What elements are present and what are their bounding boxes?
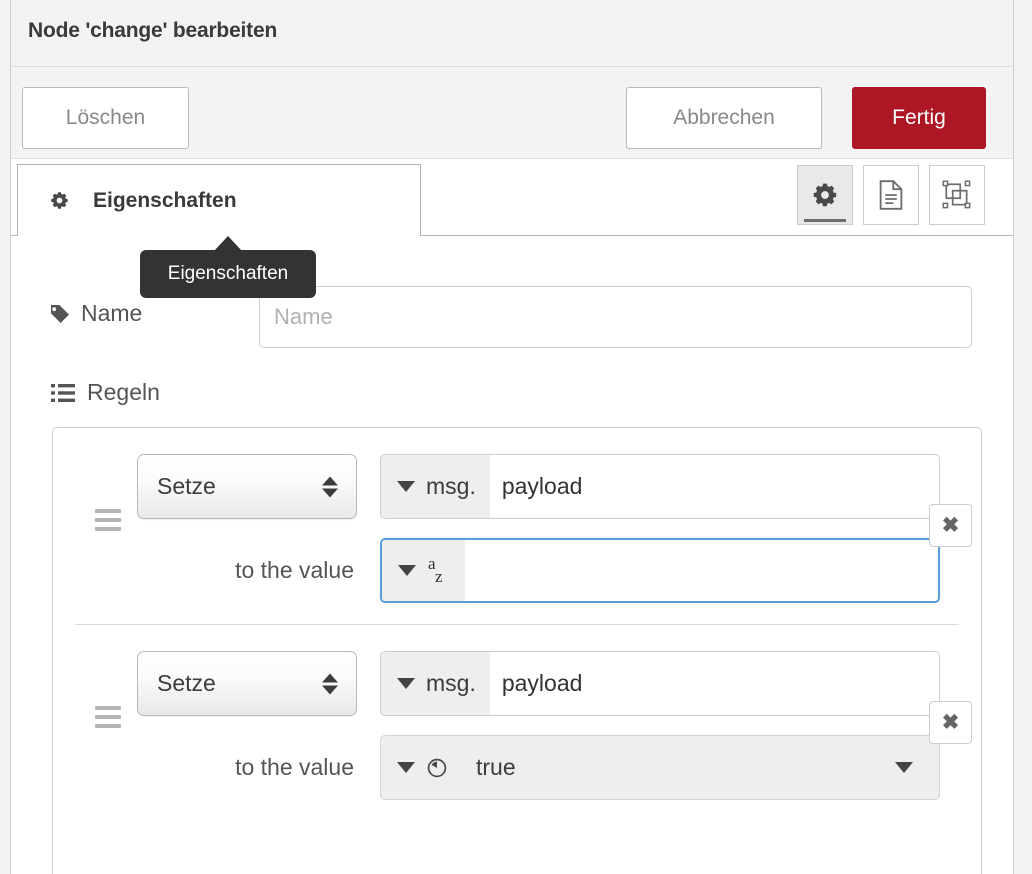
chevron-down-icon: [397, 678, 415, 689]
rule-target-type-select[interactable]: msg.: [381, 652, 490, 715]
rules-list: Setze msg. to the value: [52, 427, 982, 874]
rule-value-type-select[interactable]: [381, 736, 462, 799]
rule-value-field[interactable]: true: [380, 735, 940, 800]
appearance-icon: [942, 180, 972, 210]
name-label-text: Name: [81, 300, 143, 326]
to-the-value-label: to the value: [137, 538, 367, 603]
dialog-toolbar: Löschen Abbrechen Fertig: [11, 67, 1013, 159]
properties-form: Name Regeln: [11, 237, 1013, 874]
tab-properties-label: Eigenschaften: [93, 188, 237, 212]
table-row: Setze msg. to the value: [75, 428, 972, 625]
drag-handle[interactable]: [95, 706, 121, 733]
chevron-down-icon: [397, 762, 415, 773]
drag-handle[interactable]: [95, 509, 121, 536]
rule-action-select[interactable]: Setze: [137, 454, 357, 519]
rule-target-type-label: msg.: [426, 473, 476, 499]
list-icon: [51, 383, 75, 403]
rule-value-input[interactable]: [465, 540, 938, 601]
stepper-arrows-icon: [303, 673, 338, 694]
rule-action-select[interactable]: Setze: [137, 651, 357, 716]
remove-rule-button[interactable]: ✖: [929, 701, 972, 744]
table-row: Setze msg. to the value: [75, 625, 972, 822]
tag-icon: [49, 303, 71, 325]
panel-button-group: [797, 165, 985, 225]
properties-panel-button[interactable]: [797, 165, 853, 225]
to-the-value-text: to the value: [235, 754, 354, 780]
remove-rule-button[interactable]: ✖: [929, 504, 972, 547]
rule-action-value: Setze: [157, 473, 216, 499]
rules-label: Regeln: [51, 379, 160, 406]
to-the-value-text: to the value: [235, 557, 354, 583]
cancel-button[interactable]: Abbrechen: [626, 87, 822, 149]
stepper-arrows-icon: [303, 476, 338, 497]
file-lines-icon: [878, 180, 904, 210]
dialog-left-edge: [0, 0, 11, 874]
boolean-icon: [426, 757, 448, 779]
rule-value-display: true: [476, 754, 516, 780]
appearance-panel-button[interactable]: [929, 165, 985, 225]
dialog-right-edge: [1013, 0, 1032, 874]
rule-target-field[interactable]: msg.: [380, 651, 940, 716]
delete-button[interactable]: Löschen: [22, 87, 189, 149]
rule-target-input[interactable]: [489, 652, 939, 715]
page-title: Node 'change' bearbeiten: [28, 19, 278, 42]
to-the-value-label: to the value: [137, 735, 367, 800]
tab-strip: Eigenschaften: [11, 159, 1013, 237]
az-string-icon: az: [428, 553, 443, 586]
tooltip-text: Eigenschaften: [167, 263, 289, 284]
chevron-down-icon: [397, 481, 415, 492]
gear-icon: [50, 191, 69, 210]
chevron-down-icon: [398, 565, 416, 576]
description-panel-button[interactable]: [863, 165, 919, 225]
done-button[interactable]: Fertig: [852, 87, 986, 149]
rule-value-dropdown-toggle[interactable]: [895, 736, 939, 799]
dialog-header: Node 'change' bearbeiten: [11, 0, 1013, 67]
rule-value-field[interactable]: az: [380, 538, 940, 603]
tab-properties[interactable]: Eigenschaften: [17, 164, 421, 236]
tooltip: Eigenschaften: [140, 236, 316, 298]
rule-action-value: Setze: [157, 670, 216, 696]
name-label: Name: [49, 300, 142, 327]
rule-target-type-select[interactable]: msg.: [381, 455, 490, 518]
rules-label-text: Regeln: [87, 379, 160, 405]
rule-target-field[interactable]: msg.: [380, 454, 940, 519]
rule-target-input[interactable]: [489, 455, 939, 518]
node-edit-dialog: Node 'change' bearbeiten Löschen Abbrech…: [0, 0, 1032, 874]
tooltip-arrow: [214, 236, 242, 251]
close-icon: ✖: [941, 711, 960, 734]
gear-icon: [812, 182, 838, 208]
rule-target-type-label: msg.: [426, 670, 476, 696]
name-input[interactable]: [259, 286, 972, 348]
chevron-down-icon: [895, 762, 913, 773]
rule-value-type-select[interactable]: az: [382, 540, 465, 601]
close-icon: ✖: [941, 514, 960, 537]
